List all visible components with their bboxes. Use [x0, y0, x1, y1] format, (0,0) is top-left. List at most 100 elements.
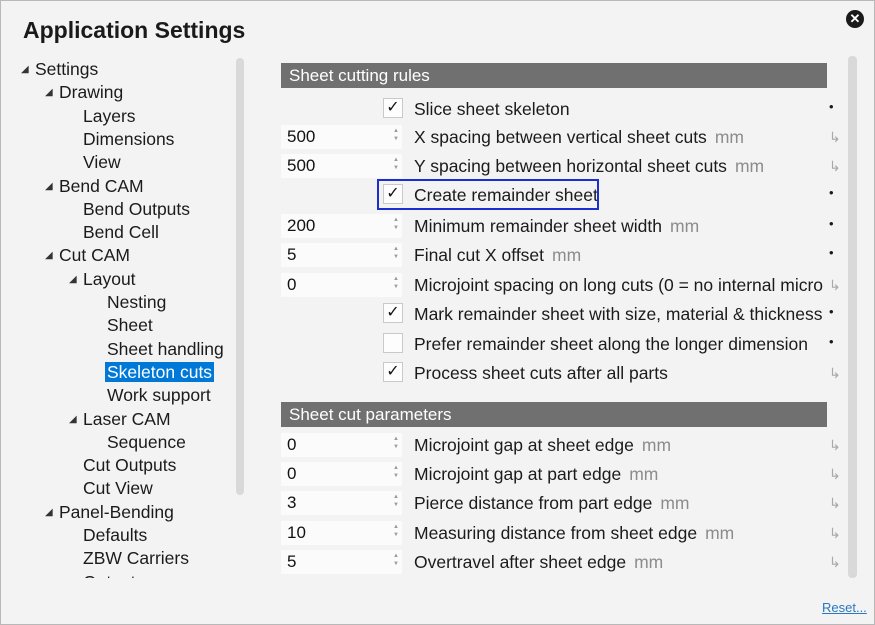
tree-item-label: Layers: [83, 105, 136, 126]
tree-item-sheet-handling[interactable]: Sheet handling: [93, 338, 226, 361]
tree-scrollbar[interactable]: [236, 58, 244, 495]
setting-label: Microjoint gap at part edge: [414, 464, 622, 484]
setting-label: Final cut X offset: [414, 245, 545, 265]
tree-item-label: Work support: [107, 385, 211, 406]
number-input[interactable]: 5: [281, 550, 402, 574]
tree-item-layout[interactable]: ◢ Layout: [69, 268, 138, 291]
setting-label: Overtravel after sheet edge: [414, 552, 627, 572]
inherit-link-icon[interactable]: ↳: [829, 129, 841, 146]
tree-item-outputs[interactable]: Outputs: [69, 571, 146, 578]
spinner-arrows-icon[interactable]: ▲ ▼: [392, 523, 400, 539]
tree-item-label: Panel-Bending: [59, 501, 174, 522]
setting-label-wrap: Measuring distance from sheet edge mm: [414, 523, 830, 544]
tree-item-bend-outputs[interactable]: Bend Outputs: [69, 198, 192, 221]
number-input[interactable]: 500: [281, 154, 402, 178]
inherit-link-icon[interactable]: ↳: [829, 365, 841, 382]
number-input[interactable]: 0: [281, 462, 402, 486]
tree-item-bend-cell[interactable]: Bend Cell: [69, 221, 161, 244]
expand-arrow-icon[interactable]: ◢: [69, 408, 81, 431]
tree-item-panel-bending[interactable]: ◢ Panel-Bending: [45, 501, 176, 524]
inherit-link-icon[interactable]: ↳: [829, 277, 841, 294]
tree-item-work-support[interactable]: Work support: [93, 384, 213, 407]
setting-row: ✓ Slice sheet skeleton •: [281, 95, 841, 122]
number-input[interactable]: 0: [281, 273, 402, 297]
tree-item-cut-outputs[interactable]: Cut Outputs: [69, 454, 178, 477]
number-input[interactable]: 500: [281, 125, 402, 149]
number-input[interactable]: 10: [281, 521, 402, 545]
tree-item-label: Dimensions: [83, 128, 175, 149]
settings-panel: Sheet cutting rules ✓ Slice sheet skeleton…: [281, 59, 841, 579]
inherit-link-icon[interactable]: ↳: [829, 158, 841, 175]
number-input[interactable]: 5: [281, 243, 402, 267]
setting-label-wrap: Microjoint spacing on long cuts (0 = no …: [414, 275, 830, 296]
unit-label: mm: [714, 127, 744, 147]
setting-row: 500 ▲ ▼ Y spacing between horizontal sheet …: [281, 152, 841, 179]
tree-item-defaults[interactable]: Defaults: [69, 524, 149, 547]
tree-item-layers[interactable]: Layers: [69, 105, 138, 128]
tree-item-cut-view[interactable]: Cut View: [69, 477, 155, 500]
inherit-link-icon[interactable]: ↳: [829, 437, 841, 454]
tree-item-label: Sheet handling: [107, 338, 224, 359]
setting-row: 5 ▲ ▼ Overtravel after sheet edge mm ↳: [281, 548, 841, 575]
tree-item-label: View: [83, 152, 121, 173]
spinner-arrows-icon[interactable]: ▲ ▼: [392, 156, 400, 172]
tree-item-label: Nesting: [107, 292, 167, 312]
checkbox[interactable]: ✓: [383, 184, 403, 204]
close-button[interactable]: ✕: [846, 10, 864, 28]
tree-item-sheet[interactable]: Sheet: [93, 314, 155, 337]
tree-item-label: Cut Outputs: [83, 455, 177, 476]
inherit-link-icon[interactable]: ↳: [829, 466, 841, 483]
expand-arrow-icon[interactable]: ◢: [45, 501, 57, 524]
number-input[interactable]: 0: [281, 433, 402, 457]
modified-dot-icon: •: [829, 216, 834, 231]
section-header: Sheet cutting rules: [281, 63, 827, 88]
modified-dot-icon: •: [829, 185, 834, 200]
expand-arrow-icon[interactable]: ◢: [45, 175, 57, 198]
inherit-link-icon[interactable]: ↳: [829, 495, 841, 512]
tree-item-label: Bend Outputs: [83, 198, 191, 219]
tree-item-zbw-carriers[interactable]: ZBW Carriers: [69, 547, 191, 570]
number-input[interactable]: 3: [281, 491, 402, 515]
tree-item-laser-cam[interactable]: ◢ Laser CAM: [69, 408, 173, 431]
spinner-arrows-icon[interactable]: ▲ ▼: [392, 493, 400, 509]
spinner-arrows-icon[interactable]: ▲ ▼: [392, 464, 400, 480]
setting-label: Pierce distance from part edge: [414, 493, 653, 513]
checkbox[interactable]: ✓: [383, 98, 403, 118]
expand-arrow-icon[interactable]: ◢: [45, 81, 57, 104]
expand-arrow-icon[interactable]: ◢: [21, 58, 33, 81]
tree-item-bend-cam[interactable]: ◢ Bend CAM: [45, 175, 146, 198]
setting-label-wrap: Prefer remainder sheet along the longer …: [414, 334, 830, 355]
setting-label: Measuring distance from sheet edge: [414, 523, 698, 543]
setting-row: ✓ Process sheet cuts after all parts ↳: [281, 359, 841, 386]
number-input[interactable]: 200: [281, 214, 402, 238]
setting-label: Slice sheet skeleton: [414, 99, 570, 119]
inherit-link-icon[interactable]: ↳: [829, 525, 841, 542]
spinner-arrows-icon[interactable]: ▲ ▼: [392, 127, 400, 143]
spinner-arrows-icon[interactable]: ▲ ▼: [392, 245, 400, 261]
spinner-arrows-icon[interactable]: ▲ ▼: [392, 435, 400, 451]
setting-label: Prefer remainder sheet along the longer …: [414, 334, 808, 354]
expand-arrow-icon[interactable]: ◢: [45, 244, 57, 267]
panel-scrollbar[interactable]: [848, 56, 857, 578]
tree-item-view[interactable]: View: [69, 151, 123, 174]
checkbox[interactable]: ✓: [383, 362, 403, 382]
checkbox[interactable]: [383, 333, 403, 353]
tree-item-sequence[interactable]: Sequence: [93, 431, 188, 454]
tree-item-label: Drawing: [59, 82, 124, 103]
spinner-arrows-icon[interactable]: ▲ ▼: [392, 275, 400, 291]
reset-link[interactable]: Reset...: [822, 600, 867, 615]
tree-item-nesting[interactable]: Nesting: [93, 291, 168, 314]
spinner-arrows-icon[interactable]: ▲ ▼: [392, 216, 400, 232]
spinner-arrows-icon[interactable]: ▲ ▼: [392, 552, 400, 568]
tree-item-settings[interactable]: ◢ Settings: [21, 58, 100, 81]
inherit-link-icon[interactable]: ↳: [829, 554, 841, 571]
setting-row: 0 ▲ ▼ Microjoint spacing on long cuts (0 = …: [281, 271, 841, 298]
tree-item-label: Defaults: [83, 525, 148, 545]
checkbox[interactable]: ✓: [383, 303, 403, 323]
expand-arrow-icon[interactable]: ◢: [69, 268, 81, 291]
tree-item-cut-cam[interactable]: ◢ Cut CAM: [45, 244, 132, 267]
tree-item-skeleton-cuts[interactable]: Skeleton cuts: [93, 361, 215, 384]
tree-item-drawing[interactable]: ◢ Drawing: [45, 81, 125, 104]
unit-label: mm: [641, 435, 672, 455]
tree-item-dimensions[interactable]: Dimensions: [69, 128, 176, 151]
